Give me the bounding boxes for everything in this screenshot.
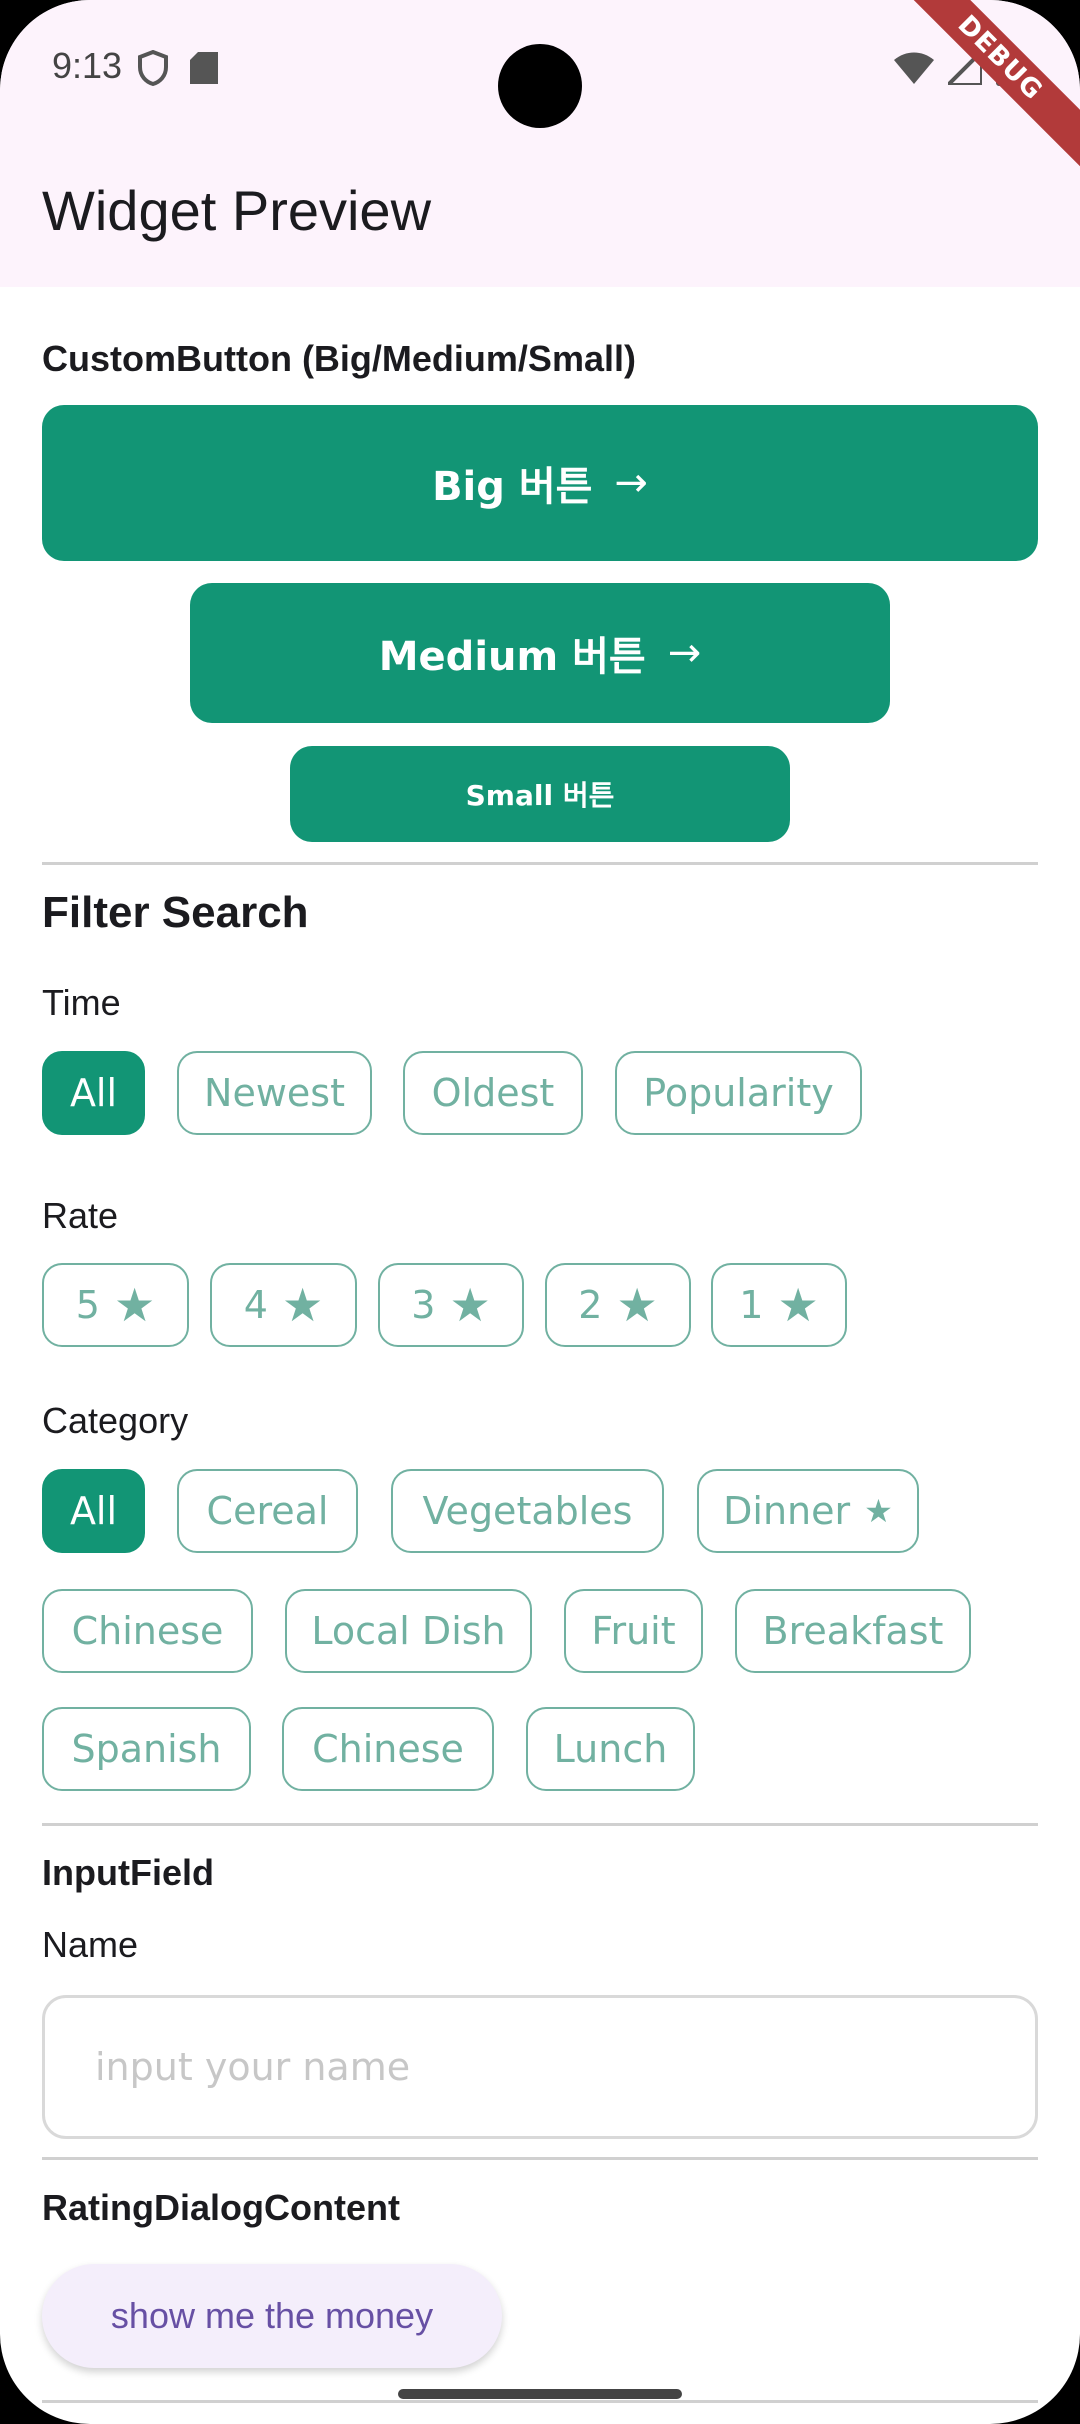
divider: [42, 2400, 1038, 2403]
time-chip-newest[interactable]: Newest: [177, 1051, 372, 1135]
app-bar: 9:13 DEBUG Widget Preview: [0, 0, 1080, 287]
rating-dialog-section-title: RatingDialogContent: [42, 2187, 400, 2228]
chip-label: Dinner: [723, 1489, 851, 1533]
star-icon: ★: [113, 1278, 156, 1332]
show-money-button[interactable]: show me the money: [42, 2264, 502, 2368]
star-icon: ★: [281, 1278, 324, 1332]
rate-chip-2[interactable]: 2 ★: [545, 1263, 691, 1347]
custom-button-section-title: CustomButton (Big/Medium/Small): [42, 338, 636, 379]
category-chip-fruit[interactable]: Fruit: [564, 1589, 703, 1673]
rate-value: 5: [75, 1283, 100, 1327]
rate-chip-1[interactable]: 1 ★: [711, 1263, 847, 1347]
category-chip-local-dish[interactable]: Local Dish: [285, 1589, 532, 1673]
status-time: 9:13: [52, 45, 123, 86]
category-chip-spanish[interactable]: Spanish: [42, 1707, 251, 1791]
name-input[interactable]: input your name: [42, 1995, 1038, 2139]
small-button[interactable]: Small 버튼: [290, 746, 790, 842]
category-label: Category: [42, 1400, 189, 1441]
name-input-placeholder: input your name: [95, 2045, 411, 2089]
time-chip-popularity[interactable]: Popularity: [615, 1051, 862, 1135]
rate-value: 4: [243, 1283, 268, 1327]
category-chip-cereal[interactable]: Cereal: [177, 1469, 358, 1553]
divider: [42, 862, 1038, 865]
divider: [42, 2157, 1038, 2160]
name-label: Name: [42, 1924, 139, 1965]
phone-screen: 9:13 DEBUG Widget Preview CustomButton (…: [0, 0, 1080, 2424]
rate-chip-5[interactable]: 5 ★: [42, 1263, 189, 1347]
filter-search-title: Filter Search: [42, 888, 309, 937]
star-icon: ★: [777, 1278, 819, 1332]
home-indicator[interactable]: [398, 2389, 682, 2399]
small-button-label: Small 버튼: [465, 779, 615, 812]
arrow-right-icon: →: [667, 630, 702, 676]
time-chip-oldest[interactable]: Oldest: [403, 1051, 583, 1135]
big-button[interactable]: Big 버튼 →: [42, 405, 1038, 561]
category-chip-vegetables[interactable]: Vegetables: [391, 1469, 664, 1553]
sd-card-icon: [190, 52, 218, 84]
category-chip-chinese[interactable]: Chinese: [42, 1589, 253, 1673]
debug-banner: DEBUG: [879, 0, 1080, 179]
time-chip-all[interactable]: All: [42, 1051, 145, 1135]
category-chip-all[interactable]: All: [42, 1469, 145, 1553]
divider: [42, 1823, 1038, 1826]
star-icon: ★: [449, 1278, 491, 1332]
star-icon: ★: [864, 1492, 893, 1530]
time-label: Time: [42, 982, 121, 1023]
input-field-section-title: InputField: [42, 1852, 214, 1893]
shield-icon: [138, 50, 168, 86]
category-chip-lunch[interactable]: Lunch: [526, 1707, 695, 1791]
star-icon: ★: [616, 1278, 658, 1332]
camera-cutout: [498, 44, 582, 128]
rate-label: Rate: [42, 1195, 119, 1236]
arrow-right-icon: →: [614, 460, 648, 506]
big-button-label: Big 버튼: [432, 464, 593, 510]
wifi-icon: [894, 52, 934, 84]
category-chip-chinese-2[interactable]: Chinese: [282, 1707, 494, 1791]
medium-button[interactable]: Medium 버튼 →: [190, 583, 890, 723]
status-left-icons: [138, 50, 218, 86]
rate-chip-3[interactable]: 3 ★: [378, 1263, 524, 1347]
rate-value: 2: [578, 1283, 603, 1327]
rate-value: 1: [739, 1283, 764, 1327]
category-chip-breakfast[interactable]: Breakfast: [735, 1589, 971, 1673]
rate-chip-4[interactable]: 4 ★: [210, 1263, 357, 1347]
medium-button-label: Medium 버튼: [378, 634, 646, 680]
rate-value: 3: [411, 1283, 436, 1327]
page-title: Widget Preview: [42, 179, 432, 242]
category-chip-dinner[interactable]: Dinner ★: [697, 1469, 919, 1553]
